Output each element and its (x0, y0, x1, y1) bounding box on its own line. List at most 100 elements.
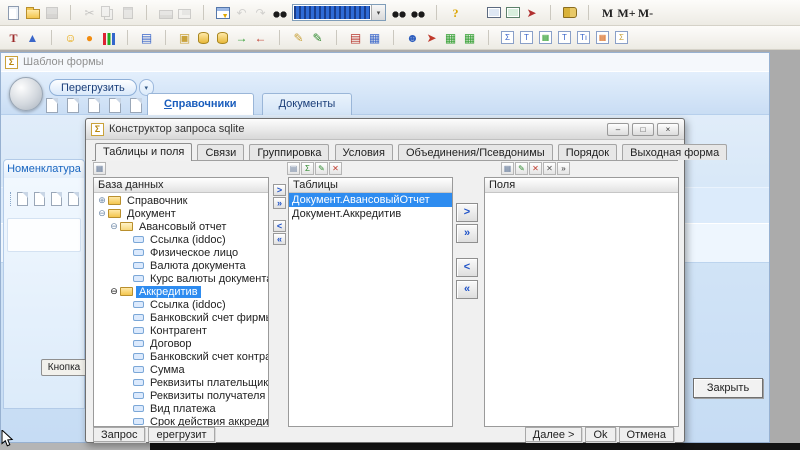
page-icon[interactable] (88, 98, 100, 113)
tree-item[interactable]: ⊖ Авансовый отчет (94, 220, 268, 233)
move-all-right-button[interactable]: » (456, 224, 478, 243)
tree-item[interactable]: Договор (94, 337, 268, 350)
tree-item[interactable]: Срок действия аккредитива (94, 415, 268, 426)
memory-m-button[interactable]: M (598, 3, 617, 22)
find-prev-icon[interactable] (408, 3, 427, 22)
memory-m-plus-button[interactable]: M+ (617, 3, 636, 22)
new-file-icon[interactable] (4, 3, 23, 22)
cool-face-icon[interactable]: ☻ (403, 28, 422, 47)
nomenclature-header[interactable]: Номенклатура (4, 160, 84, 178)
table-list-item[interactable]: Документ.АвансовыйОтчет (289, 193, 452, 207)
page-icon[interactable] (46, 98, 58, 113)
table-calendar-icon[interactable]: ▦ (441, 28, 460, 47)
sum-doc-icon[interactable]: Σ (498, 28, 517, 47)
app-menu-orb[interactable] (9, 77, 43, 111)
move-left-small-button[interactable]: < (273, 220, 286, 232)
search-combo-value[interactable] (294, 6, 370, 19)
print-preview-icon[interactable] (175, 3, 194, 22)
delete-field-icon[interactable]: ✕ (529, 162, 542, 175)
smiley-icon[interactable]: ☺ (61, 28, 80, 47)
page-icon[interactable] (109, 98, 121, 113)
pointer-sparkle-icon[interactable]: ➤ (522, 3, 541, 22)
save-icon[interactable] (42, 3, 61, 22)
orange-icon[interactable]: ● (80, 28, 99, 47)
ok-button[interactable]: Ok (585, 427, 616, 442)
table-t2-icon[interactable]: T (555, 28, 574, 47)
paste-icon[interactable] (118, 3, 137, 22)
search-combo[interactable]: ▾ (292, 4, 386, 21)
combo-dropdown-icon[interactable]: ▾ (371, 5, 385, 20)
tree-toggle-icon[interactable]: ⊕ (97, 195, 107, 206)
tree-item[interactable]: Курс валюты документа (94, 272, 268, 285)
open-folder-icon[interactable] (23, 3, 42, 22)
minimize-button[interactable]: – (607, 122, 629, 136)
reorder-fields-icon[interactable]: » (557, 162, 570, 175)
org-chart-icon[interactable]: ▲ (23, 28, 42, 47)
login-icon[interactable]: → (232, 28, 251, 47)
bar-chart-icon[interactable] (99, 28, 118, 47)
maximize-button[interactable]: □ (632, 122, 654, 136)
page-icon[interactable] (130, 98, 142, 113)
sum-table-icon[interactable]: Σ (301, 162, 314, 175)
export-doc-icon[interactable]: ➤ (422, 28, 441, 47)
tree-item[interactable]: Ссылка (iddoc) (94, 298, 268, 311)
knopka-button[interactable]: Кнопка (41, 359, 87, 376)
dialog-tab[interactable]: Таблицы и поля (95, 143, 193, 161)
page-icon[interactable] (68, 192, 79, 206)
find-icon[interactable] (270, 3, 289, 22)
books-icon[interactable]: ▤ (137, 28, 156, 47)
clear-fields-icon[interactable]: ✕ (543, 162, 556, 175)
main-tab[interactable]: Справочники (147, 93, 254, 115)
reload-button[interactable]: Перегрузить (49, 79, 137, 96)
table-t1-icon[interactable]: T (517, 28, 536, 47)
table-orange-icon[interactable]: ▦ (593, 28, 612, 47)
delete-table-icon[interactable]: ✕ (329, 162, 342, 175)
move-all-left-small-button[interactable]: « (273, 233, 286, 245)
tree-item[interactable]: ⊕ Справочник (94, 194, 268, 207)
reload-query-button[interactable]: ерегрузит (148, 427, 215, 442)
move-all-left-button[interactable]: « (456, 280, 478, 299)
dialog-tab[interactable]: Условия (334, 144, 393, 160)
sigma-doc-icon[interactable]: Σ (612, 28, 631, 47)
tree-item[interactable]: Сумма (94, 363, 268, 376)
edit-table-icon[interactable]: ✎ (315, 162, 328, 175)
filter-window-icon[interactable] (213, 3, 232, 22)
books-stack-icon[interactable]: ▤ (346, 28, 365, 47)
screen-icon[interactable] (484, 3, 503, 22)
tree-item[interactable]: Физическое лицо (94, 246, 268, 259)
dialog-tab[interactable]: Связи (197, 144, 245, 160)
edit-field-icon[interactable]: ✎ (515, 162, 528, 175)
memory-m-minus-button[interactable]: M- (636, 3, 655, 22)
page-icon[interactable] (34, 192, 45, 206)
tree-item[interactable]: ⊖ Аккредитив (94, 285, 268, 298)
table-calendar2-icon[interactable]: ▦ (460, 28, 479, 47)
move-all-right-small-button[interactable]: » (273, 197, 286, 209)
undo-icon[interactable]: ↶ (232, 3, 251, 22)
close-button[interactable]: × (657, 122, 679, 136)
table-grid-icon[interactable]: ▦ (536, 28, 555, 47)
redo-icon[interactable]: ↷ (251, 3, 270, 22)
tree-item[interactable]: ⊖ Документ (94, 207, 268, 220)
table-view-icon[interactable]: ▦ (93, 162, 106, 175)
tree-item[interactable]: Реквизиты плательщика (94, 376, 268, 389)
logout-icon[interactable]: ← (251, 28, 270, 47)
add-field-icon[interactable]: ▦ (501, 162, 514, 175)
main-tab[interactable]: Документы (261, 93, 353, 115)
tree-toggle-icon[interactable]: ⊖ (109, 221, 119, 232)
next-button[interactable]: Далее > (524, 427, 583, 442)
close-form-button[interactable]: Закрыть (693, 378, 763, 398)
dialog-tab[interactable]: Выходная форма (622, 144, 728, 160)
cancel-button[interactable]: Отмена (618, 427, 674, 442)
book-icon[interactable] (560, 3, 579, 22)
table-ti-icon[interactable]: Tı (574, 28, 593, 47)
tree-item[interactable]: Контрагент (94, 324, 268, 337)
move-right-button[interactable]: > (456, 203, 478, 222)
move-left-button[interactable]: < (456, 258, 478, 277)
page-icon[interactable] (51, 192, 62, 206)
report-filter-icon[interactable]: T (4, 28, 23, 47)
page-icon[interactable] (17, 192, 28, 206)
print-icon[interactable] (156, 3, 175, 22)
database-doc-icon[interactable] (194, 28, 213, 47)
help-icon[interactable]: ? (446, 3, 465, 22)
dialog-tab[interactable]: Группировка (249, 144, 330, 160)
